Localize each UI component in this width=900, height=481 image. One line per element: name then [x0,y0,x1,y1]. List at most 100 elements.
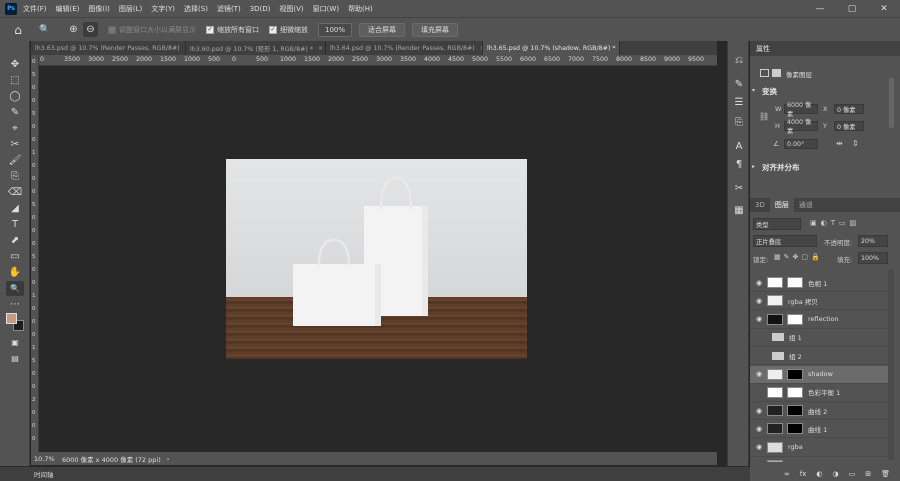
properties-tab[interactable]: 属性 [756,44,770,54]
quick-mask-icon[interactable]: ▣ [6,335,24,350]
foreground-color-swatch[interactable] [6,313,17,324]
filter-kind-select[interactable]: 类型 [753,218,801,230]
delete-layer-icon[interactable]: 🗑 [881,470,890,478]
eye-icon[interactable]: ◉ [754,315,764,323]
link-layers-icon[interactable]: ∞ [784,470,790,478]
menu-window[interactable]: 窗口(W) [313,4,339,14]
document-canvas[interactable] [226,159,527,359]
lock-icons[interactable]: ▦✎✥▢🔒 [774,253,823,261]
path-selection-tool-icon[interactable]: ⬈ [6,233,24,248]
tab-channels[interactable]: 通道 [794,200,818,210]
layer-row[interactable]: ◉ shadow [750,365,888,384]
brush-tool-icon[interactable]: 🖌 [6,153,24,168]
clone-stamp-tool-icon[interactable]: ⎘ [6,169,24,184]
menu-help[interactable]: 帮助(H) [348,4,373,14]
layer-row[interactable]: ◉ rgba 拷贝 [750,292,888,311]
lasso-tool-icon[interactable]: ◯ [6,89,24,104]
tab-lh3-63[interactable]: lh3.63.psd @ 10.7% (Render Passes, RGB/8… [31,41,186,55]
layer-row[interactable]: ◉ 曲线 1 [750,420,888,439]
menu-view[interactable]: 视图(V) [279,4,303,14]
zoom-tool-icon[interactable]: 🔍 [34,20,56,40]
eyedropper-tool-icon[interactable]: ⌖ [6,121,24,136]
eye-icon[interactable]: ◉ [754,279,764,287]
tab-3d[interactable]: 3D [750,201,770,209]
tab-close-icon[interactable]: × [318,45,323,52]
tab-lh3-60[interactable]: lh3.60.psd @ 10.7% (矩形 1, RGB/8#) * × [186,41,326,55]
eye-icon[interactable]: ◉ [754,443,764,451]
fit-screen-button[interactable]: 适合屏幕 [359,22,406,37]
angle-field[interactable]: 0.00° [784,139,818,149]
zoom-value-field[interactable]: 100% [318,22,353,37]
eye-icon[interactable]: ◉ [754,370,764,378]
paragraph-icon[interactable]: ¶ [731,157,747,171]
layer-row[interactable]: ◉ reflection [750,311,888,329]
filter-icons[interactable]: ▣◐T▭▨ [810,219,860,227]
collapse-icon[interactable]: ▾ [752,87,755,94]
maximize-button[interactable]: ▢ [836,0,868,17]
flip-horizontal-icon[interactable]: ⇹ [836,139,843,148]
new-layer-icon[interactable]: ⊞ [865,470,871,478]
layer-row[interactable]: ◉ rgba [750,439,888,457]
menu-edit[interactable]: 编辑(E) [56,4,80,14]
eraser-tool-icon[interactable]: ⌫ [6,185,24,200]
layer-row[interactable]: 组 2 [750,347,888,366]
color-swatches[interactable] [6,313,24,331]
menu-image[interactable]: 图像(I) [88,4,110,14]
menu-3d[interactable]: 3D(D) [250,5,271,13]
add-mask-icon[interactable]: ◐ [816,470,822,478]
screen-mode-icon[interactable]: ▤ [6,351,24,366]
adjustments-icon[interactable]: ☰ [731,95,747,109]
properties-scrollbar[interactable] [889,78,894,128]
y-field[interactable]: 0 像素 [834,121,864,131]
menu-filter[interactable]: 滤镜(T) [217,4,241,14]
collapse-icon[interactable]: ▸ [752,163,755,170]
blend-mode-select[interactable]: 正片叠底 [753,235,817,247]
link-icon[interactable]: ⛓ [759,112,769,121]
home-icon[interactable]: ⌂ [6,20,30,40]
layer-row[interactable]: 色彩平衡 1 [750,384,888,402]
crop-tool-icon[interactable]: ✂ [6,137,24,152]
flip-vertical-icon[interactable]: ⇕ [852,139,859,148]
eye-icon[interactable]: ◉ [754,425,764,433]
hand-tool-icon[interactable]: ✋ [6,265,24,280]
height-field[interactable]: 4000 像素 [784,119,818,135]
tab-lh3-64[interactable]: lh3.64.psd @ 10.7% (Render Passes, RGB/8… [326,41,483,55]
rectangle-tool-icon[interactable]: ▭ [6,249,24,264]
eye-icon[interactable]: ◉ [754,297,764,305]
zoom-tool-icon[interactable]: 🔍 [6,281,24,296]
layer-row[interactable]: ◉ 色相 1 [750,274,888,292]
magic-wand-tool-icon[interactable]: ✎ [6,105,24,120]
menu-type[interactable]: 文字(Y) [151,4,175,14]
status-arrow-icon[interactable]: › [167,455,170,463]
move-tool-icon[interactable]: ✥ [6,57,24,72]
layers-scrollbar[interactable] [888,270,894,460]
gradient-tool-icon[interactable]: ◢ [6,201,24,216]
adjustment-layer-icon[interactable]: ◑ [833,470,839,478]
menu-select[interactable]: 选择(S) [184,4,208,14]
layer-row[interactable]: 组 1 [750,329,888,347]
brush-settings-icon[interactable]: ✎ [731,77,747,91]
layer-row[interactable]: ◉ 曲线 2 [750,402,888,421]
opacity-field[interactable]: 20% [858,235,888,247]
menu-layer[interactable]: 图层(L) [119,4,142,14]
eye-icon[interactable]: ◉ [754,407,764,415]
scrubby-zoom-checkbox[interactable]: ✓ [269,25,277,34]
history-icon[interactable]: ⎌ [731,53,747,67]
close-button[interactable]: ✕ [868,0,900,17]
clone-source-icon[interactable]: ⎘ [731,115,747,129]
fx-icon[interactable]: fx [800,470,807,478]
tab-layers[interactable]: 图层 [769,198,794,212]
fill-screen-button[interactable]: 填充屏幕 [412,22,459,37]
width-field[interactable]: 6000 像素 [784,102,818,118]
zoom-all-checkbox[interactable]: ✓ [206,25,214,34]
marquee-tool-icon[interactable]: ⬚ [6,73,24,88]
fill-field[interactable]: 100% [858,252,888,264]
minimize-button[interactable]: — [804,0,836,17]
character-icon[interactable]: A [731,139,747,153]
menu-file[interactable]: 文件(F) [23,4,47,14]
swatches-icon[interactable]: ▦ [731,203,747,217]
resize-windows-checkbox[interactable] [108,25,116,34]
zoom-out-icon[interactable]: ⊖ [83,22,98,37]
x-field[interactable]: 0 像素 [834,104,864,114]
tools-icon[interactable]: ✂ [731,181,747,195]
